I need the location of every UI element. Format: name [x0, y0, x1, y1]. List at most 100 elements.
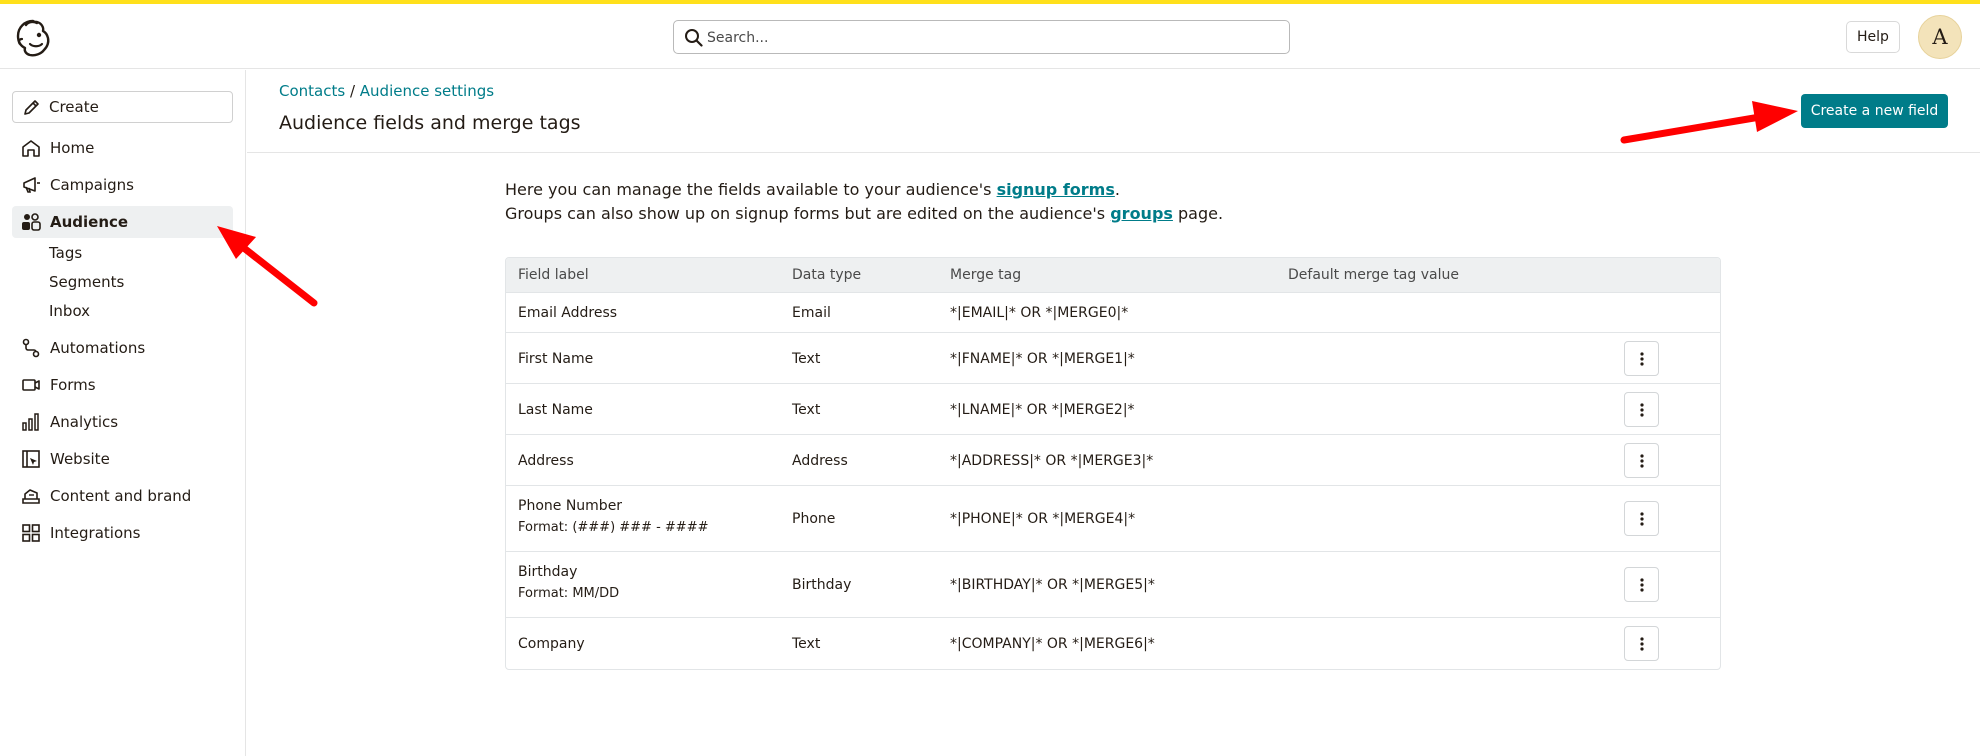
create-new-field-button[interactable]: Create a new field [1801, 94, 1948, 128]
field-label: Email Address [518, 305, 618, 321]
more-vertical-icon [1639, 577, 1644, 592]
row-actions-button[interactable] [1624, 392, 1659, 427]
merge-fields-table: Field label Data type Merge tag Default … [505, 257, 1721, 670]
nav-audience[interactable]: Audience [12, 206, 233, 238]
field-label-format: Format: MM/DD [518, 586, 620, 601]
more-vertical-icon [1639, 511, 1644, 526]
more-vertical-icon [1639, 351, 1644, 366]
row-actions-button[interactable] [1624, 567, 1659, 602]
intro-line-2-end: page. [1172, 204, 1224, 223]
nav-automations[interactable]: Automations [12, 332, 233, 364]
nav-campaigns-label: Campaigns [50, 176, 135, 194]
column-header-default-value: Default merge tag value [1288, 267, 1459, 283]
table-row: Last Name Text *|LNAME|* OR *|MERGE2|* [506, 384, 1720, 435]
home-icon [22, 140, 40, 157]
top-navigation-bar: Help A [0, 4, 1980, 69]
help-button[interactable]: Help [1846, 21, 1900, 53]
row-actions-button[interactable] [1624, 443, 1659, 478]
user-avatar[interactable]: A [1918, 15, 1962, 59]
table-row: Birthday Format: MM/DD Birthday *|BIRTHD… [506, 552, 1720, 618]
column-header-field-label: Field label [518, 267, 589, 283]
sub-nav-segments[interactable]: Segments [49, 270, 124, 294]
field-label: Birthday Format: MM/DD [518, 564, 619, 601]
more-vertical-icon [1639, 453, 1644, 468]
create-button[interactable]: Create [12, 91, 233, 123]
content-header: Contacts / Audience settings Audience fi… [247, 70, 1980, 153]
row-actions-button[interactable] [1624, 341, 1659, 376]
nav-audience-label: Audience [50, 213, 129, 231]
create-label: Create [49, 98, 99, 116]
merge-tag: *|LNAME|* OR *|MERGE2|* [950, 402, 1135, 418]
data-type: Address [792, 453, 848, 469]
table-row: Phone Number Format: (###) ### - #### Ph… [506, 486, 1720, 552]
table-row: Email Address Email *|EMAIL|* OR *|MERGE… [506, 293, 1720, 333]
nav-campaigns[interactable]: Campaigns [12, 169, 233, 201]
breadcrumb: Contacts / Audience settings [279, 82, 494, 100]
nav-forms-label: Forms [50, 376, 96, 394]
data-type: Birthday [792, 577, 852, 593]
table-row: Company Text *|COMPANY|* OR *|MERGE6|* [506, 618, 1720, 669]
sub-nav-inbox[interactable]: Inbox [49, 299, 90, 323]
groups-link[interactable]: groups [1110, 204, 1173, 223]
table-row: Address Address *|ADDRESS|* OR *|MERGE3|… [506, 435, 1720, 486]
nav-content-brand-label: Content and brand [50, 487, 192, 505]
mailchimp-logo[interactable] [12, 17, 54, 59]
intro-line-1-end: . [1114, 180, 1120, 199]
merge-tag: *|BIRTHDAY|* OR *|MERGE5|* [950, 577, 1155, 593]
nav-website-label: Website [50, 450, 110, 468]
intro-line-2-text: Groups can also show up on signup forms … [505, 204, 1111, 223]
data-type: Phone [792, 511, 836, 527]
nav-analytics[interactable]: Analytics [12, 406, 233, 438]
forms-icon [22, 379, 40, 391]
field-label-name: Birthday [518, 564, 578, 580]
content-brand-icon [22, 489, 40, 504]
audience-icon [22, 213, 41, 231]
field-label: Address [518, 453, 574, 469]
nav-content-brand[interactable]: Content and brand [12, 480, 233, 512]
analytics-icon [22, 413, 39, 431]
nav-home[interactable]: Home [12, 132, 233, 164]
automations-icon [22, 338, 40, 358]
field-label: First Name [518, 351, 594, 367]
nav-integrations[interactable]: Integrations [12, 517, 233, 549]
nav-website[interactable]: Website [12, 443, 233, 475]
field-label-format: Format: (###) ### - #### [518, 520, 709, 535]
search-icon [685, 29, 703, 47]
table-row: First Name Text *|FNAME|* OR *|MERGE1|* [506, 333, 1720, 384]
field-label: Phone Number Format: (###) ### - #### [518, 498, 708, 535]
column-header-merge-tag: Merge tag [950, 267, 1022, 283]
sidebar: Create Home Campaigns Audience Tags Segm… [0, 70, 246, 756]
nav-home-label: Home [50, 139, 95, 157]
row-actions-button[interactable] [1624, 501, 1659, 536]
field-label: Last Name [518, 402, 593, 418]
row-actions-button[interactable] [1624, 626, 1659, 661]
more-vertical-icon [1639, 402, 1644, 417]
breadcrumb-separator: / [345, 82, 360, 100]
website-icon [22, 450, 40, 468]
intro-line-1-text: Here you can manage the fields available… [505, 180, 997, 199]
merge-tag: *|FNAME|* OR *|MERGE1|* [950, 351, 1135, 367]
data-type: Email [792, 305, 831, 321]
integrations-icon [22, 524, 40, 542]
intro-text: Here you can manage the fields available… [505, 178, 1223, 226]
column-header-data-type: Data type [792, 267, 862, 283]
search-box[interactable] [673, 20, 1290, 54]
field-label-name: Phone Number [518, 498, 623, 514]
megaphone-icon [23, 177, 40, 193]
search-input[interactable] [707, 25, 1277, 50]
breadcrumb-contacts-link[interactable]: Contacts [279, 82, 345, 100]
page-title: Audience fields and merge tags [279, 112, 581, 134]
nav-forms[interactable]: Forms [12, 369, 233, 401]
merge-tag: *|ADDRESS|* OR *|MERGE3|* [950, 453, 1154, 469]
breadcrumb-audience-settings-link[interactable]: Audience settings [360, 82, 494, 100]
merge-tag: *|COMPANY|* OR *|MERGE6|* [950, 636, 1155, 652]
data-type: Text [792, 402, 821, 418]
nav-automations-label: Automations [50, 339, 146, 357]
signup-forms-link[interactable]: signup forms [997, 180, 1115, 199]
nav-analytics-label: Analytics [50, 413, 119, 431]
intro-line-2: Groups can also show up on signup forms … [505, 202, 1223, 226]
nav-integrations-label: Integrations [50, 524, 141, 542]
intro-line-1: Here you can manage the fields available… [505, 178, 1223, 202]
data-type: Text [792, 351, 821, 367]
sub-nav-tags[interactable]: Tags [49, 241, 82, 265]
